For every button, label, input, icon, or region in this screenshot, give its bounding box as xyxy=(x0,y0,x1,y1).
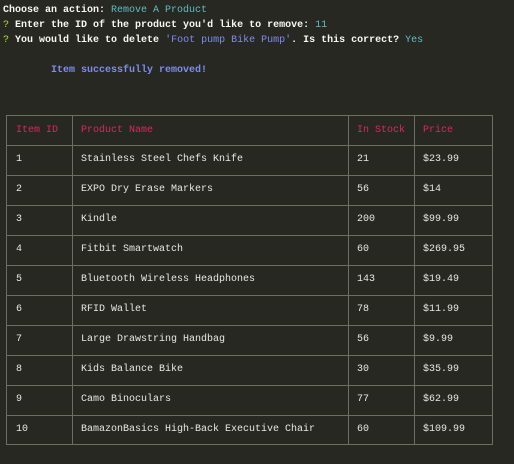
cell-in-stock: 30 xyxy=(357,364,370,375)
cell-product-name: EXPO Dry Erase Markers xyxy=(81,184,214,195)
cell-in-stock: 56 xyxy=(357,184,370,195)
header-item-id: Item ID xyxy=(16,125,59,136)
cell-in-stock: 77 xyxy=(357,394,370,405)
id-prompt: ? Enter the ID of the product you'd like… xyxy=(3,18,327,33)
cell-price: $14 xyxy=(423,184,442,195)
table-row: 3 Kindle 200 $99.99 xyxy=(7,205,492,235)
cell-in-stock: 60 xyxy=(357,424,370,435)
confirm-prompt: ? You would like to delete 'Foot pump Bi… xyxy=(3,33,423,48)
success-message: Item successfully removed! xyxy=(51,65,208,76)
cell-item-id: 2 xyxy=(16,184,23,195)
prompt-answer: 11 xyxy=(315,20,328,31)
prompt-label: You would like to delete xyxy=(15,35,160,46)
cell-item-id: 5 xyxy=(16,274,23,285)
table-row: 4 Fitbit Smartwatch 60 $269.95 xyxy=(7,235,492,265)
prompt-label: Choose an action: xyxy=(3,5,106,16)
table-row: 2 EXPO Dry Erase Markers 56 $14 xyxy=(7,175,492,205)
cell-price: $11.99 xyxy=(423,304,460,315)
header-product-name: Product Name xyxy=(81,125,154,136)
table-row: 8 Kids Balance Bike 30 $35.99 xyxy=(7,355,492,385)
cell-product-name: Stainless Steel Chefs Knife xyxy=(81,154,244,165)
cell-product-name: Large Drawstring Handbag xyxy=(81,334,226,345)
prompt-answer: Remove A Product xyxy=(111,5,208,16)
table-row: 1 Stainless Steel Chefs Knife 21 $23.99 xyxy=(7,145,492,175)
prompt-label: Enter the ID of the product you'd like t… xyxy=(15,20,310,31)
table-row: 10 BamazonBasics High-Back Executive Chai… xyxy=(7,415,492,445)
header-in-stock: In Stock xyxy=(357,125,406,136)
cell-price: $9.99 xyxy=(423,334,454,345)
table-row: 9 Camo Binoculars 77 $62.99 xyxy=(7,385,492,415)
cell-price: $269.95 xyxy=(423,244,466,255)
cell-product-name: Kindle xyxy=(81,214,118,225)
table-row: 7 Large Drawstring Handbag 56 $9.99 xyxy=(7,325,492,355)
cell-in-stock: 21 xyxy=(357,154,370,165)
product-name: 'Foot pump Bike Pump' xyxy=(165,35,292,46)
cell-item-id: 4 xyxy=(16,244,23,255)
cell-price: $109.99 xyxy=(423,424,466,435)
cell-item-id: 7 xyxy=(16,334,23,345)
prompt-label-end: . Is this correct? xyxy=(291,35,400,46)
cell-product-name: Bluetooth Wireless Headphones xyxy=(81,274,256,285)
table-row: 6 RFID Wallet 78 $11.99 xyxy=(7,295,492,325)
products-table: Item ID Product Name In Stock Price 1 Sta… xyxy=(6,115,493,445)
cell-item-id: 8 xyxy=(16,364,23,375)
cell-product-name: Fitbit Smartwatch xyxy=(81,244,184,255)
cell-in-stock: 143 xyxy=(357,274,376,285)
prompt-answer: Yes xyxy=(405,35,424,46)
cell-price: $99.99 xyxy=(423,214,460,225)
table-header: Item ID Product Name In Stock Price xyxy=(7,116,492,146)
table-row: 5 Bluetooth Wireless Headphones 143 $19.49 xyxy=(7,265,492,295)
cell-price: $35.99 xyxy=(423,364,460,375)
cell-in-stock: 56 xyxy=(357,334,370,345)
cell-item-id: 3 xyxy=(16,214,23,225)
cell-price: $19.49 xyxy=(423,274,460,285)
cell-product-name: BamazonBasics High-Back Executive Chair xyxy=(81,424,316,435)
cell-product-name: Camo Binoculars xyxy=(81,394,172,405)
cell-price: $23.99 xyxy=(423,154,460,165)
cell-in-stock: 200 xyxy=(357,214,376,225)
cell-item-id: 6 xyxy=(16,304,23,315)
question-mark-icon: ? xyxy=(3,20,10,31)
action-prompt: Choose an action: Remove A Product xyxy=(3,3,207,18)
header-price: Price xyxy=(423,125,454,136)
cell-item-id: 1 xyxy=(16,154,23,165)
question-mark-icon: ? xyxy=(3,35,10,46)
cell-in-stock: 60 xyxy=(357,244,370,255)
cell-item-id: 9 xyxy=(16,394,23,405)
cell-in-stock: 78 xyxy=(357,304,370,315)
cell-product-name: Kids Balance Bike xyxy=(81,364,184,375)
cell-product-name: RFID Wallet xyxy=(81,304,148,315)
cell-price: $62.99 xyxy=(423,394,460,405)
cell-item-id: 10 xyxy=(16,424,29,435)
